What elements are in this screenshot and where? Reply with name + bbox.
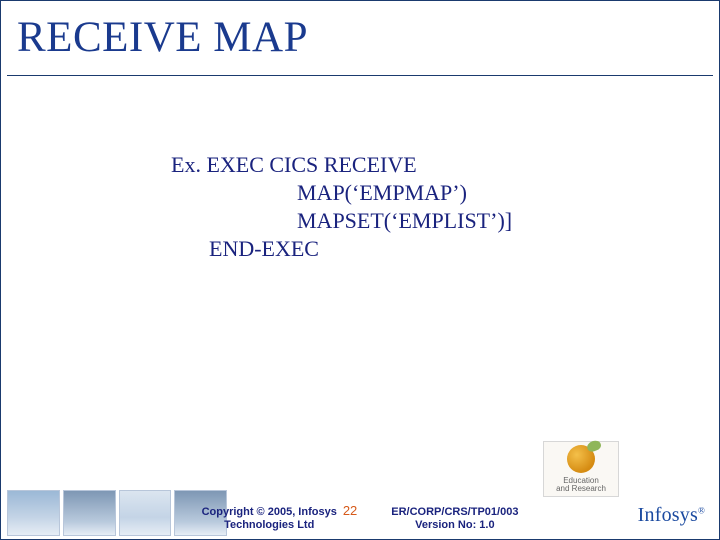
badge-text-2: and Research [556, 485, 606, 493]
code-line-1: Ex. EXEC CICS RECEIVE [171, 152, 417, 177]
code-line-2: MAP(‘EMPMAP’) [171, 179, 512, 207]
slide-frame: RECEIVE MAP Ex. EXEC CICS RECEIVE MAP(‘E… [0, 0, 720, 540]
footer-art-1 [7, 490, 60, 536]
code-line-4: END-EXEC [171, 235, 512, 263]
footer-art-strip [7, 480, 227, 536]
copyright-line-2: Technologies Ltd [224, 519, 314, 531]
footer-center: Copyright © 2005, Infosys Technologies L… [202, 503, 519, 534]
docref-line-2: Version No: 1.0 [415, 519, 494, 531]
education-research-badge: Education and Research [543, 441, 619, 497]
code-example: Ex. EXEC CICS RECEIVE MAP(‘EMPMAP’) MAPS… [171, 151, 512, 264]
footer: Copyright © 2005, Infosys Technologies L… [1, 477, 719, 539]
page-number: 22 [343, 503, 357, 519]
title-underline [7, 75, 713, 76]
code-line-3: MAPSET(‘EMPLIST’)] [171, 207, 512, 235]
infosys-logo: Infosys® [638, 504, 705, 527]
footer-art-3 [119, 490, 172, 536]
logo-text: Infosys [638, 504, 698, 526]
copyright-line-1: Copyright © 2005, Infosys [202, 506, 337, 518]
footer-art-2 [63, 490, 116, 536]
logo-registered: ® [698, 505, 705, 515]
docref-line-1: ER/CORP/CRS/TP01/003 [391, 506, 518, 518]
slide-title: RECEIVE MAP [17, 13, 308, 62]
globe-icon [567, 445, 595, 473]
